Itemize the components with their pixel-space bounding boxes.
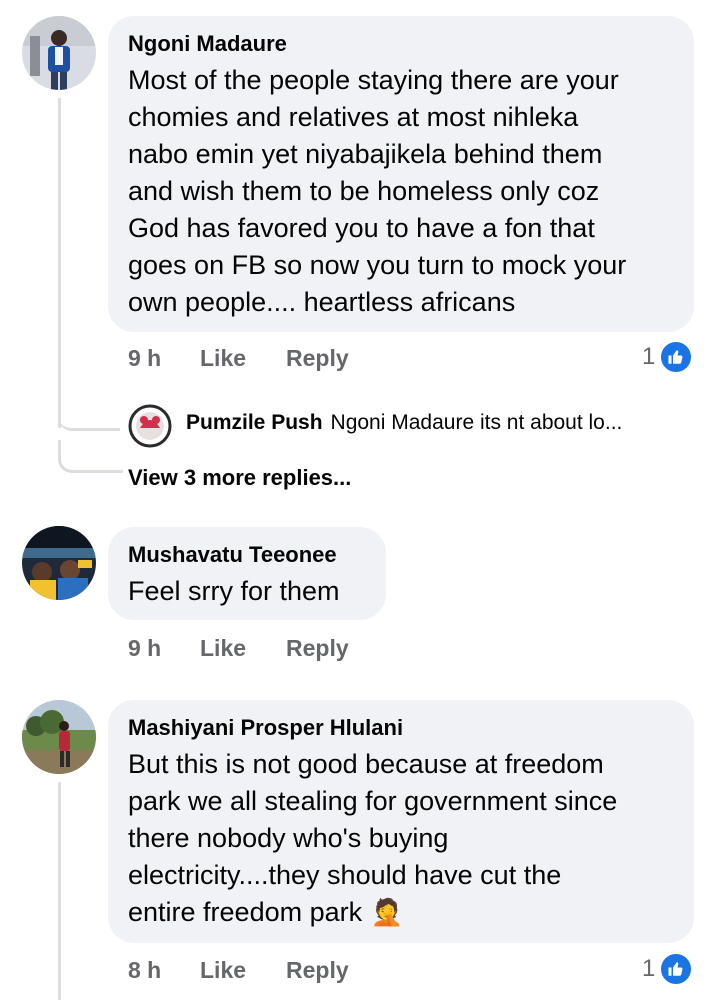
comment-bubble[interactable]: Ngoni Madaure Most of the people staying… [108,16,694,332]
avatar-pumzile[interactable] [128,404,172,448]
thread-line [58,782,61,1000]
comment-author[interactable]: Mashiyani Prosper Hlulani [128,714,674,742]
comment-timestamp[interactable]: 9 h [128,635,200,662]
reaction-count[interactable]: 1 [642,340,694,374]
thread-elbow [58,400,120,431]
comment-text: Feel srry for them [128,576,340,606]
comment-bubble[interactable]: Mashiyani Prosper Hlulani But this is no… [108,700,694,943]
facepalm-emoji-icon: 🤦 [370,897,403,927]
avatar-ngoni[interactable] [22,16,96,90]
reaction-count-value: 1 [642,955,656,982]
comment-text: Most of the people staying there are you… [128,65,627,317]
avatar-mushavatu[interactable] [22,526,96,600]
comment-author[interactable]: Ngoni Madaure [128,30,674,58]
reply-author[interactable]: Pumzile Push [186,411,323,435]
comment-actions: 8 h Like Reply [128,955,349,985]
reaction-count[interactable]: 1 [642,952,694,986]
view-more-replies-link[interactable]: View 3 more replies... [128,465,351,491]
avatar-mashiyani[interactable] [22,700,96,774]
reply-button[interactable]: Reply [286,345,349,372]
reply-text: Ngoni Madaure its nt about lo... [330,411,623,434]
like-thumb-icon [659,952,694,986]
thread-elbow [58,440,123,473]
comment-timestamp[interactable]: 8 h [128,957,200,984]
comment-text-block: But this is not good because at freedom … [128,746,674,931]
reply-preview[interactable]: Pumzile Push Ngoni Madaure its nt about … [186,411,622,435]
like-button[interactable]: Like [200,635,286,662]
comment-timestamp[interactable]: 9 h [128,345,200,372]
reply-button[interactable]: Reply [286,635,349,662]
reply-button[interactable]: Reply [286,957,349,984]
comment-bubble[interactable]: Mushavatu Teeonee Feel srry for them [108,527,386,620]
reaction-count-value: 1 [642,343,656,370]
comment-actions: 9 h Like Reply [128,343,349,373]
thread-line [58,98,61,428]
comment-actions: 9 h Like Reply [128,633,349,663]
like-button[interactable]: Like [200,957,286,984]
comment-author[interactable]: Mushavatu Teeonee [128,541,366,569]
like-thumb-icon [659,340,694,374]
like-button[interactable]: Like [200,345,286,372]
